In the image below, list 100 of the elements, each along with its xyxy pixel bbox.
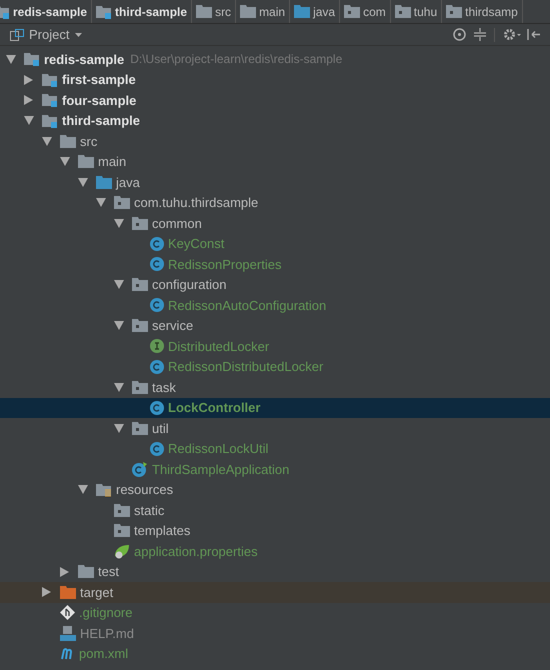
tree-row[interactable]: third-sample — [0, 110, 550, 131]
tree-item-label: util — [152, 420, 169, 436]
breadcrumb-item[interactable]: redis-sample — [0, 0, 92, 23]
expanded-arrow-icon[interactable] — [78, 485, 88, 494]
tree-row[interactable]: test — [0, 562, 550, 582]
folder-icon — [60, 134, 76, 148]
tree-item-label: src — [80, 134, 98, 149]
folder-icon — [78, 155, 94, 168]
breadcrumb-item[interactable]: third-sample — [92, 0, 192, 23]
folder-icon — [96, 176, 112, 189]
expanded-arrow-icon[interactable] — [24, 116, 34, 126]
maven-m-icon — [60, 647, 75, 660]
tree-item-label: four-sample — [62, 92, 136, 108]
tree-item-label: static — [134, 502, 164, 518]
tree-row[interactable]: redis-sample D:\User\project-learn\redis\redis-sample — [0, 49, 550, 70]
tree-row[interactable]: application.properties — [0, 541, 550, 562]
tree-item-label: java — [116, 174, 140, 190]
tree-row[interactable]: RedissonProperties — [0, 254, 550, 274]
tree-item-label: test — [98, 564, 119, 580]
project-view-dropdown[interactable]: Project — [29, 24, 82, 44]
package-folder-icon — [344, 5, 360, 18]
tree-row[interactable]: util — [0, 418, 550, 438]
tree-row[interactable]: com.tuhu.thirdsample — [0, 192, 550, 213]
tree-row[interactable]: RedissonDistributedLocker — [0, 356, 550, 377]
caret-icon — [75, 32, 82, 36]
tree-row[interactable]: DistributedLocker — [0, 336, 550, 356]
settings-icon[interactable] — [503, 28, 521, 41]
tree-row[interactable]: RedissonLockUtil — [0, 438, 550, 459]
expanded-arrow-icon[interactable] — [42, 136, 52, 146]
package-folder-icon — [446, 5, 462, 18]
tree-row[interactable]: configuration — [0, 274, 550, 295]
tree-row[interactable]: common — [0, 213, 550, 234]
tree-item-label: application.properties — [134, 544, 258, 559]
tree-item-label: RedissonLockUtil — [168, 441, 268, 456]
tree-row[interactable]: KeyConst — [0, 234, 550, 254]
tree-row[interactable]: task — [0, 377, 550, 398]
breadcrumb-item[interactable]: src — [192, 0, 236, 23]
tree-row[interactable]: resources — [0, 480, 550, 500]
expanded-arrow-icon[interactable] — [114, 382, 124, 392]
tree-item-label: KeyConst — [168, 236, 224, 252]
expanded-arrow-icon[interactable] — [114, 280, 124, 290]
tree-row[interactable]: service — [0, 316, 550, 336]
spring-leaf-icon — [114, 544, 130, 559]
tree-row[interactable]: ThirdSampleApplication — [0, 459, 550, 480]
breadcrumb-item[interactable]: thirdsamp — [442, 0, 523, 23]
collapsed-arrow-icon[interactable] — [24, 74, 33, 85]
folder-icon — [294, 5, 310, 18]
tree-item-label: resources — [116, 482, 174, 498]
interface-icon — [150, 339, 164, 354]
expanded-arrow-icon[interactable] — [78, 178, 88, 187]
tree-item-label: target — [80, 584, 114, 600]
tree-row[interactable]: main — [0, 152, 550, 172]
expanded-arrow-icon[interactable] — [6, 54, 16, 64]
collapse-all-icon[interactable] — [474, 28, 486, 41]
tree-row[interactable]: RedissonAutoConfiguration — [0, 295, 550, 316]
tree-item-label: main — [98, 154, 126, 170]
collapsed-arrow-icon[interactable] — [42, 587, 51, 598]
tree-row[interactable]: pom.xml — [0, 644, 550, 664]
package-folder-icon — [114, 524, 130, 538]
git-diamond-icon — [60, 605, 75, 620]
crosshair-icon[interactable] — [453, 28, 466, 41]
tree-row[interactable]: LockController — [0, 398, 550, 418]
expanded-arrow-icon[interactable] — [114, 218, 124, 228]
tree-item-label: RedissonDistributedLocker — [168, 359, 324, 374]
package-folder-icon — [132, 380, 148, 394]
tree-row[interactable]: .gitignore — [0, 602, 550, 623]
tree-row[interactable]: static — [0, 500, 550, 520]
tree-item-label: LockController — [168, 400, 260, 416]
folder-icon — [78, 565, 94, 578]
tree-row[interactable]: src — [0, 131, 550, 152]
module-folder-icon — [96, 4, 112, 18]
class-icon — [150, 298, 164, 312]
tree-row[interactable]: java — [0, 172, 550, 192]
tree-item-label: configuration — [152, 277, 226, 292]
tree-item-label: DistributedLocker — [168, 338, 270, 354]
class-icon — [150, 442, 164, 456]
collapsed-arrow-icon[interactable] — [24, 95, 33, 106]
tree-item-label: first-sample — [62, 72, 136, 88]
package-folder-icon — [114, 196, 130, 210]
tree-row[interactable]: first-sample — [0, 70, 550, 90]
expanded-arrow-icon[interactable] — [114, 321, 124, 330]
breadcrumb-item[interactable]: tuhu — [390, 0, 442, 23]
breadcrumb-item[interactable]: java — [290, 0, 340, 23]
project-view-icon — [10, 28, 24, 40]
expanded-arrow-icon[interactable] — [114, 424, 124, 433]
tree-item-label: .gitignore — [79, 605, 132, 620]
tree-row[interactable]: target — [0, 582, 550, 602]
tree-item-label: com.tuhu.thirdsample — [134, 195, 258, 210]
folder-icon — [60, 586, 76, 599]
breadcrumb-item[interactable]: main — [236, 0, 290, 23]
tree-item-label: ThirdSampleApplication — [152, 462, 290, 477]
tree-row[interactable]: HELP.md — [0, 623, 550, 644]
expanded-arrow-icon[interactable] — [60, 157, 70, 166]
folder-icon — [240, 5, 256, 18]
expanded-arrow-icon[interactable] — [96, 198, 106, 208]
breadcrumb-item[interactable]: com — [340, 0, 391, 23]
tree-row[interactable]: four-sample — [0, 90, 550, 110]
tree-row[interactable]: templates — [0, 520, 550, 541]
collapsed-arrow-icon[interactable] — [60, 566, 69, 577]
hide-panel-icon[interactable] — [527, 28, 540, 41]
